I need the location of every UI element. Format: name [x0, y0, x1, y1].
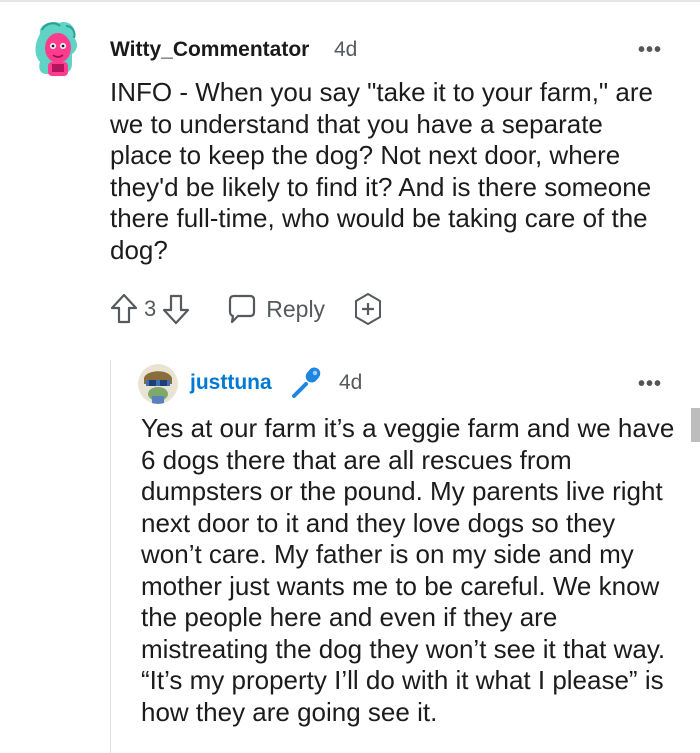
scrollbar-thumb[interactable] [691, 408, 700, 442]
comment-bubble-icon [226, 294, 258, 324]
username[interactable]: justtuna [190, 371, 272, 395]
vote-count: 3 [144, 296, 157, 321]
comment-age: 4d [334, 38, 358, 61]
avatar[interactable] [138, 364, 178, 404]
award-plus-icon[interactable] [351, 292, 385, 326]
avatar-image [138, 364, 178, 404]
microphone-icon [288, 364, 324, 400]
avatar-image [35, 22, 78, 76]
more-options-icon[interactable]: ••• [638, 374, 662, 394]
comment-body: Yes at our farm it’s a veggie farm and w… [141, 413, 675, 727]
avatar[interactable] [32, 20, 82, 78]
comment-body: INFO - When you say "take it to your far… [110, 77, 653, 265]
comment-witty-commentator: Witty_Commentator 4d ••• INFO - When you… [0, 0, 700, 340]
comment-age: 4d [339, 371, 363, 394]
upvote-icon[interactable] [110, 293, 138, 325]
reply-button[interactable]: Reply [226, 294, 325, 324]
downvote-icon[interactable] [162, 293, 190, 325]
reply-label: Reply [266, 295, 326, 322]
username[interactable]: Witty_Commentator [110, 38, 309, 62]
comment-actions: 3 Reply [110, 292, 385, 326]
comment-justtuna: justtuna 4d ••• Yes at our farm it’s a v… [0, 340, 700, 753]
more-options-icon[interactable]: ••• [638, 40, 662, 60]
